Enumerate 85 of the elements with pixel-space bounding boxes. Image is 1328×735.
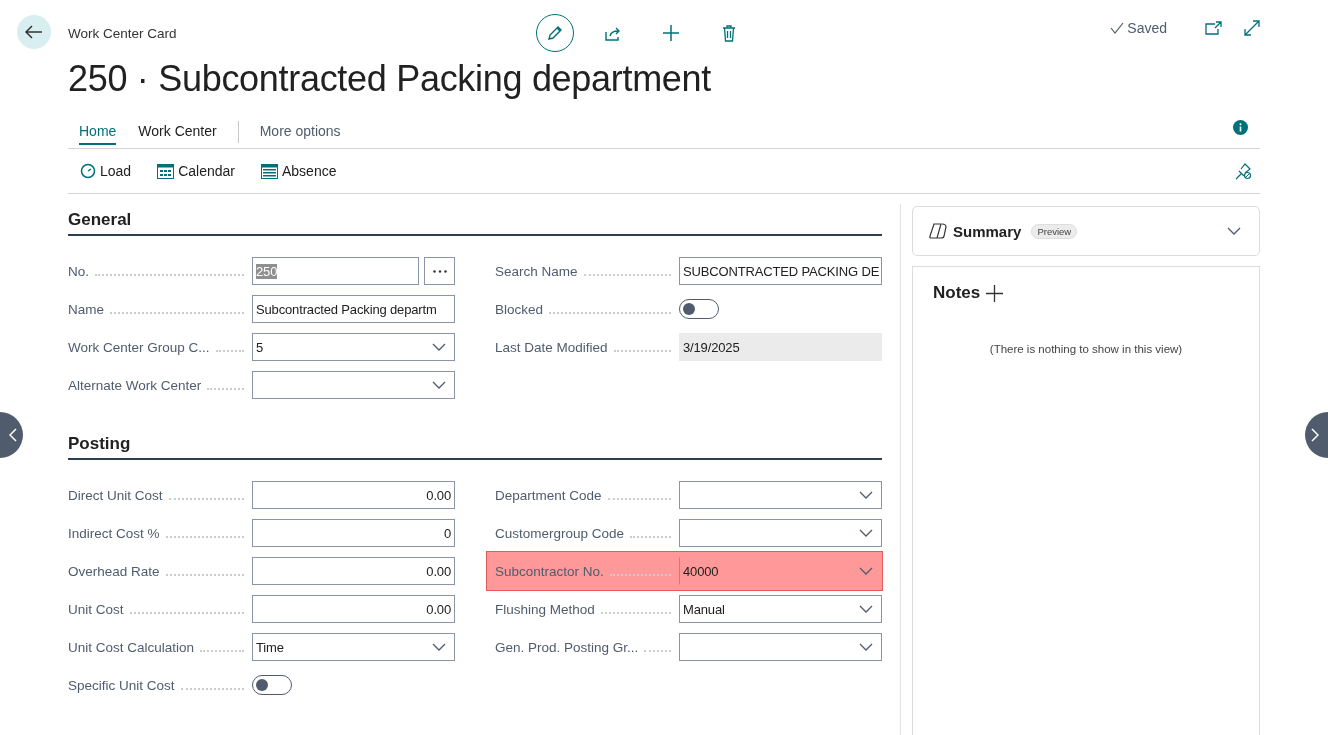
field-label: Flushing Method [495, 601, 595, 617]
dropdown-value: Time [256, 639, 284, 655]
summary-card[interactable]: Summary Preview [912, 206, 1260, 256]
toggle-switch[interactable] [679, 299, 719, 319]
dropdown-field[interactable] [679, 633, 882, 661]
saved-status: Saved [1110, 20, 1167, 36]
dropdown-field[interactable] [252, 371, 455, 399]
preview-badge: Preview [1031, 223, 1078, 239]
field-label: Search Name [495, 263, 578, 279]
field-label: Last Date Modified [495, 339, 608, 355]
field-label: Unit Cost Calculation [68, 639, 195, 655]
section-header[interactable]: Posting [68, 434, 882, 460]
summary-title: Summary [953, 222, 1022, 240]
action-button[interactable]: Load [68, 159, 140, 183]
field-label: Work Center Group C... [68, 339, 210, 355]
breadcrumb: Work Center Card [68, 26, 178, 41]
chevron-down-icon[interactable] [1227, 227, 1241, 235]
chevron-down-icon[interactable] [859, 605, 873, 613]
dropdown-field[interactable]: Manual [679, 595, 882, 623]
number-field[interactable]: 0.00 [252, 595, 455, 623]
dropdown-field[interactable]: 40000 [679, 557, 882, 585]
chevron-down-icon[interactable] [432, 643, 446, 651]
plus-icon [662, 24, 680, 42]
info-icon[interactable] [1233, 120, 1248, 135]
dropdown-field[interactable] [679, 519, 882, 547]
number-field[interactable]: 0.00 [252, 481, 455, 509]
back-arrow-icon [25, 25, 43, 39]
calendar-grid-icon [261, 163, 278, 179]
field-label: Alternate Work Center [68, 377, 202, 393]
field-label: Unit Cost [68, 601, 124, 617]
open-new-window-icon[interactable] [1205, 21, 1222, 35]
field-label: Customergroup Code [495, 525, 625, 541]
plus-icon[interactable] [986, 284, 1004, 302]
chevron-down-icon[interactable] [859, 529, 873, 537]
pencil-icon [546, 24, 564, 42]
field-label: No. [68, 263, 89, 279]
notes-title: Notes [933, 283, 981, 303]
field-label: Blocked [495, 301, 544, 317]
field-label: Subcontractor No. [495, 563, 604, 579]
calendar-icon [157, 163, 175, 179]
field-label: Overhead Rate [68, 563, 160, 579]
dropdown-value: Manual [683, 601, 725, 617]
dropdown-value: 40000 [683, 563, 719, 579]
more-button[interactable] [424, 257, 455, 285]
number-field[interactable]: 0 [252, 519, 455, 547]
dropdown-value: 5 [256, 339, 264, 355]
back-button[interactable] [17, 15, 51, 49]
dropdown-field[interactable]: Time [252, 633, 455, 661]
text-field[interactable]: SUBCONTRACTED PACKING DE [679, 257, 882, 285]
tab[interactable]: More options [248, 119, 352, 145]
ellipsis-icon [432, 269, 447, 273]
unpin-icon[interactable] [1235, 162, 1252, 180]
chevron-down-icon[interactable] [859, 643, 873, 651]
action-button[interactable]: Calendar [145, 159, 243, 183]
action-button[interactable]: Absence [249, 159, 345, 183]
toggle-switch[interactable] [252, 675, 292, 695]
page-title: 250 · Subcontracted Packing department [68, 58, 712, 100]
checkmark-icon [1110, 22, 1125, 34]
date-field: 3/19/2025 [679, 333, 882, 361]
chevron-right-icon [1311, 428, 1319, 442]
field-label: Indirect Cost % [68, 525, 160, 541]
number-field[interactable]: 0.00 [252, 557, 455, 585]
text-field[interactable]: Subcontracted Packing departm [252, 295, 455, 323]
chevron-left-icon [9, 428, 17, 442]
field-label: Department Code [495, 487, 602, 503]
chevron-down-icon[interactable] [432, 343, 446, 351]
chevron-down-icon[interactable] [432, 381, 446, 389]
field-label: Name [68, 301, 104, 317]
field-label: Direct Unit Cost [68, 487, 163, 503]
field-label: Specific Unit Cost [68, 677, 175, 693]
chevron-down-icon[interactable] [859, 567, 873, 575]
trash-icon [722, 24, 736, 42]
section-header[interactable]: General [68, 210, 882, 236]
share-icon [604, 25, 622, 41]
tab[interactable]: Home [68, 119, 128, 145]
empty-message: (There is nothing to show in this view) [988, 343, 1184, 355]
dropdown-field[interactable] [679, 481, 882, 509]
expand-icon[interactable] [1244, 20, 1260, 36]
gauge-icon [80, 163, 96, 179]
field-label: Gen. Prod. Posting Gr... [495, 639, 639, 655]
chevron-down-icon[interactable] [859, 491, 873, 499]
field-value: 250 [256, 263, 278, 279]
dropdown-field[interactable]: 5 [252, 333, 455, 361]
copilot-icon [929, 223, 947, 239]
tab[interactable]: Work Center [127, 119, 228, 145]
